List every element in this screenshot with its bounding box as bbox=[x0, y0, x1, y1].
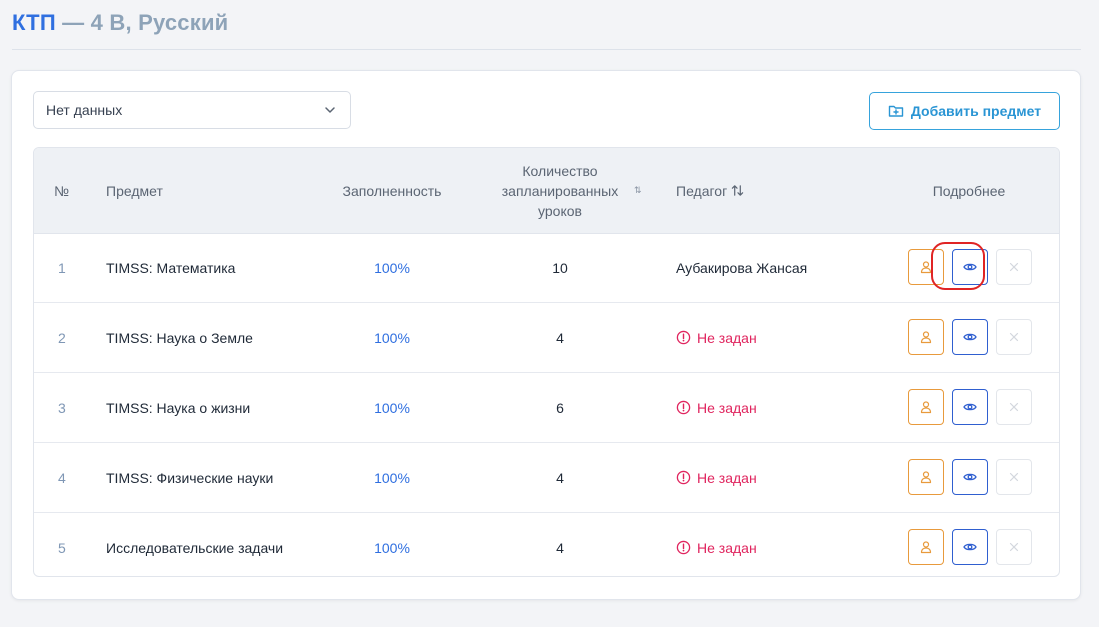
assign-teacher-button[interactable] bbox=[908, 319, 944, 355]
view-button[interactable] bbox=[952, 529, 988, 565]
row-actions bbox=[908, 459, 1032, 495]
header-lessons-line3: уроков bbox=[538, 202, 582, 219]
delete-button[interactable] bbox=[996, 459, 1032, 495]
row-teacher-unset: Не задан bbox=[676, 443, 757, 512]
table-row: 3 TIMSS: Наука о жизни 100% 6 Не задан bbox=[34, 373, 1059, 443]
row-fill: 100% bbox=[374, 469, 410, 486]
close-icon bbox=[1009, 472, 1019, 482]
row-fill: 100% bbox=[374, 259, 410, 276]
row-num: 3 bbox=[58, 399, 66, 416]
row-subject: TIMSS: Наука о Земле bbox=[106, 329, 253, 346]
row-subject: TIMSS: Математика bbox=[106, 259, 236, 276]
row-fill: 100% bbox=[374, 399, 410, 416]
row-num: 5 bbox=[58, 539, 66, 556]
user-icon bbox=[920, 331, 932, 344]
header-teacher-label: Педагог bbox=[676, 182, 728, 199]
delete-button[interactable] bbox=[996, 529, 1032, 565]
close-icon bbox=[1009, 332, 1019, 342]
row-teacher: Не задан bbox=[697, 329, 757, 346]
assign-teacher-button[interactable] bbox=[908, 389, 944, 425]
header-fill: Заполненность bbox=[342, 182, 442, 199]
period-select[interactable]: Нет данных bbox=[33, 91, 351, 129]
view-button[interactable] bbox=[952, 319, 988, 355]
table-header: № Предмет Заполненность Количество запла… bbox=[34, 148, 1059, 234]
row-subject: TIMSS: Наука о жизни bbox=[106, 399, 251, 416]
delete-button[interactable] bbox=[996, 319, 1032, 355]
row-teacher-unset: Не задан bbox=[676, 373, 757, 442]
row-num: 4 bbox=[58, 469, 66, 486]
eye-icon bbox=[963, 263, 977, 271]
row-actions bbox=[908, 389, 1032, 425]
row-teacher-unset: Не задан bbox=[676, 303, 757, 372]
add-subject-button[interactable]: Добавить предмет bbox=[869, 92, 1060, 130]
eye-icon bbox=[963, 333, 977, 341]
row-lessons: 4 bbox=[556, 469, 564, 486]
header-lessons-line1: Количество bbox=[522, 162, 598, 179]
close-icon bbox=[1009, 402, 1019, 412]
table-body: 1 TIMSS: Математика 100% 10 Аубакирова Ж… bbox=[34, 233, 1059, 576]
period-select-value: Нет данных bbox=[46, 102, 123, 118]
row-fill: 100% bbox=[374, 329, 410, 346]
row-actions bbox=[908, 319, 1032, 355]
table-row: 2 TIMSS: Наука о Земле 100% 4 Не задан bbox=[34, 303, 1059, 373]
page-title-main: КТП bbox=[12, 10, 56, 35]
alert-circle-icon bbox=[676, 470, 691, 485]
alert-circle-icon bbox=[676, 400, 691, 415]
row-actions bbox=[908, 249, 1032, 285]
row-teacher: Аубакирова Жансая bbox=[676, 259, 808, 276]
row-lessons: 4 bbox=[556, 539, 564, 556]
header-lessons-line2: запланированных bbox=[501, 182, 619, 199]
assign-teacher-button[interactable] bbox=[908, 459, 944, 495]
user-icon bbox=[920, 541, 932, 554]
row-teacher: Не задан bbox=[697, 469, 757, 486]
assign-teacher-button[interactable] bbox=[908, 529, 944, 565]
table-row: 5 Исследовательские задачи 100% 4 Не зад… bbox=[34, 513, 1059, 576]
header-num: № bbox=[54, 182, 70, 199]
title-divider bbox=[12, 49, 1081, 50]
alert-circle-icon bbox=[676, 540, 691, 555]
row-subject: Исследовательские задачи bbox=[106, 539, 284, 556]
chevron-down-icon bbox=[325, 107, 335, 113]
row-lessons: 6 bbox=[556, 399, 564, 416]
row-num: 1 bbox=[58, 259, 66, 276]
row-teacher: Не задан bbox=[697, 399, 757, 416]
user-icon bbox=[920, 471, 932, 484]
subjects-card: Нет данных Добавить предмет № Предмет За… bbox=[11, 70, 1081, 600]
page-title: КТП — 4 В, Русский bbox=[12, 10, 228, 36]
header-details: Подробнее bbox=[932, 182, 1006, 199]
lessons-sort-icon[interactable]: ⇅ bbox=[634, 148, 642, 233]
user-icon bbox=[920, 261, 932, 274]
row-actions bbox=[908, 529, 1032, 565]
row-lessons: 10 bbox=[552, 259, 568, 276]
header-subject: Предмет bbox=[106, 182, 163, 199]
folder-plus-icon bbox=[888, 105, 904, 117]
header-lessons[interactable]: Количество запланированных уроков bbox=[482, 148, 638, 233]
subjects-table: № Предмет Заполненность Количество запла… bbox=[33, 147, 1060, 577]
eye-icon bbox=[963, 543, 977, 551]
close-icon bbox=[1009, 262, 1019, 272]
header-teacher[interactable]: Педагог bbox=[676, 148, 744, 233]
delete-button[interactable] bbox=[996, 249, 1032, 285]
view-button[interactable] bbox=[952, 459, 988, 495]
sort-icon bbox=[731, 185, 744, 196]
delete-button[interactable] bbox=[996, 389, 1032, 425]
row-teacher-unset: Не задан bbox=[676, 513, 757, 576]
row-teacher: Не задан bbox=[697, 539, 757, 556]
row-num: 2 bbox=[58, 329, 66, 346]
assign-teacher-button[interactable] bbox=[908, 249, 944, 285]
add-subject-label: Добавить предмет bbox=[910, 103, 1042, 119]
view-button[interactable] bbox=[952, 249, 988, 285]
row-fill: 100% bbox=[374, 539, 410, 556]
close-icon bbox=[1009, 542, 1019, 552]
alert-circle-icon bbox=[676, 330, 691, 345]
row-subject: TIMSS: Физические науки bbox=[106, 469, 274, 486]
page-title-class: — 4 В, Русский bbox=[62, 10, 229, 35]
user-icon bbox=[920, 401, 932, 414]
row-lessons: 4 bbox=[556, 329, 564, 346]
eye-icon bbox=[963, 473, 977, 481]
table-row: 1 TIMSS: Математика 100% 10 Аубакирова Ж… bbox=[34, 233, 1059, 303]
view-button[interactable] bbox=[952, 389, 988, 425]
table-row: 4 TIMSS: Физические науки 100% 4 Не зада… bbox=[34, 443, 1059, 513]
eye-icon bbox=[963, 403, 977, 411]
